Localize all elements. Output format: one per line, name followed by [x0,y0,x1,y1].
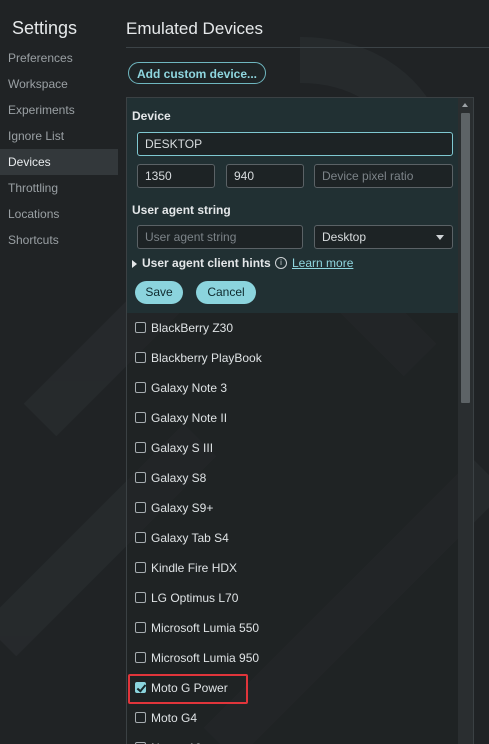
user-agent-label: User agent string [132,203,231,217]
settings-sidebar: Settings Preferences Workspace Experiments… [0,0,118,744]
sidebar-item-throttling[interactable]: Throttling [0,175,118,201]
scroll-up-arrow-icon[interactable] [462,103,468,107]
chevron-down-icon [436,235,444,240]
settings-title: Settings [12,18,78,38]
device-label: Galaxy Note 3 [151,381,228,395]
device-label: Moto G4 [151,711,198,725]
device-checkbox[interactable] [135,562,146,573]
device-label: Microsoft Lumia 950 [151,651,260,665]
device-list-item[interactable]: Galaxy S8 [127,463,460,493]
device-label: LG Optimus L70 [151,591,239,605]
title-divider [126,47,489,48]
devices-panel: Device DESKTOP 1350 940 Device pixel rat… [126,97,474,744]
device-checkbox[interactable] [135,442,146,453]
device-checkbox[interactable] [135,712,146,723]
device-checkbox[interactable] [135,532,146,543]
device-list-item[interactable]: Moto G4 [127,703,460,733]
settings-window: Settings Preferences Workspace Experiments… [0,0,489,744]
client-hints-label: User agent client hints [142,256,271,270]
device-label: Device [132,109,171,123]
device-checkbox[interactable] [135,412,146,423]
device-checkbox[interactable] [135,622,146,633]
device-list-item[interactable]: Nexus 10 [127,733,460,744]
device-checkbox[interactable] [135,322,146,333]
cancel-button[interactable]: Cancel [196,281,256,304]
device-checkbox[interactable] [135,652,146,663]
device-label: Galaxy S9+ [151,501,214,515]
device-list-item[interactable]: Galaxy S9+ [127,493,460,523]
device-label: Galaxy S8 [151,471,207,485]
sidebar-item-preferences[interactable]: Preferences [0,45,118,71]
device-label: Blackberry PlayBook [151,351,262,365]
sidebar-item-locations[interactable]: Locations [0,201,118,227]
device-label: Kindle Fire HDX [151,561,238,575]
highlight-annotation-box [128,674,248,704]
page-title: Emulated Devices [126,19,264,38]
device-label: Galaxy S III [151,441,214,455]
device-list-item[interactable]: Kindle Fire HDX [127,553,460,583]
device-list-item[interactable]: Galaxy Note 3 [127,373,460,403]
panel-scrollbar[interactable] [458,98,473,744]
sidebar-item-shortcuts[interactable]: Shortcuts [0,227,118,253]
device-label: Galaxy Note II [151,411,228,425]
device-list-item[interactable]: Galaxy Note II [127,403,460,433]
device-label: BlackBerry Z30 [151,321,234,335]
scroll-thumb[interactable] [461,113,470,403]
save-button[interactable]: Save [135,281,183,304]
device-pixel-ratio-input[interactable]: Device pixel ratio [314,164,453,188]
device-list-item[interactable]: Moto G Power [127,673,460,704]
device-checkbox[interactable] [135,502,146,513]
device-list-item[interactable]: Galaxy S III [127,433,460,463]
device-checkbox[interactable] [135,472,146,483]
device-list-item[interactable]: Microsoft Lumia 950 [127,643,460,673]
device-list-item[interactable]: Galaxy Tab S4 [127,523,460,553]
device-label: Nexus 10 [151,733,202,744]
settings-nav: Preferences Workspace Experiments Ignore Li… [0,45,118,253]
sidebar-item-workspace[interactable]: Workspace [0,71,118,97]
device-checkbox[interactable] [135,382,146,393]
learn-more-link[interactable]: Learn more [292,256,353,270]
device-height-input[interactable]: 940 [226,164,304,188]
user-agent-type-select[interactable]: Desktop [314,225,453,249]
sidebar-item-experiments[interactable]: Experiments [0,97,118,123]
device-checkbox[interactable] [135,592,146,603]
device-name-input[interactable]: DESKTOP [137,132,453,156]
sidebar-item-devices[interactable]: Devices [0,149,118,175]
custom-device-form: Device DESKTOP 1350 940 Device pixel rat… [127,98,460,313]
expand-triangle-icon [132,260,137,268]
info-icon: i [275,257,287,269]
device-list: BlackBerry Z30 Blackberry PlayBook Galaxy … [127,313,460,744]
add-custom-device-button[interactable]: Add custom device... [128,62,266,84]
device-list-item[interactable]: BlackBerry Z30 [127,313,460,343]
device-label: Galaxy Tab S4 [151,531,229,545]
device-width-input[interactable]: 1350 [137,164,215,188]
user-agent-type-value: Desktop [322,230,367,244]
user-agent-input[interactable]: User agent string [137,225,303,249]
sidebar-item-ignore-list[interactable]: Ignore List [0,123,118,149]
device-label: Microsoft Lumia 550 [151,621,260,635]
device-checkbox[interactable] [135,352,146,363]
device-list-item[interactable]: Blackberry PlayBook [127,343,460,373]
device-list-item[interactable]: Microsoft Lumia 550 [127,613,460,643]
device-list-item[interactable]: LG Optimus L70 [127,583,460,613]
